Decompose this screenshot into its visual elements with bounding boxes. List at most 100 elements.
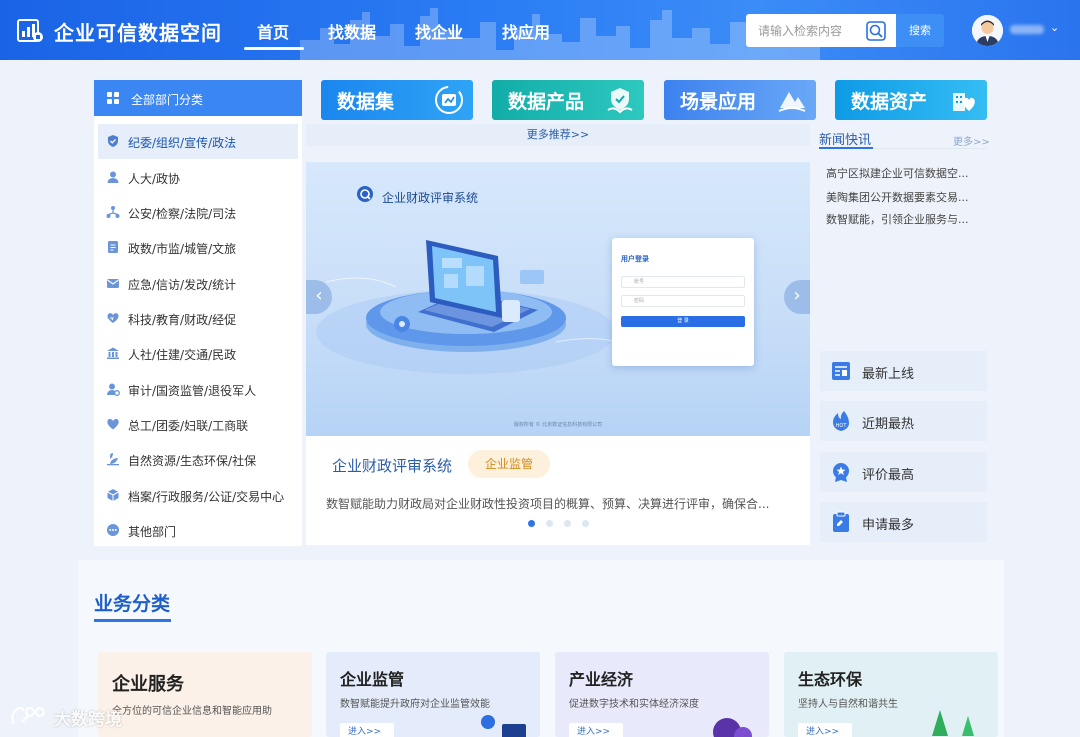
news-item[interactable]: 高宁区拟建企业可信数据空... [826,165,969,181]
business-card-enterprise-supervision[interactable]: 企业监管 数智赋能提升政府对企业监管效能 进入>> [326,652,540,737]
category-label: 场景应用 [680,91,757,113]
sidebar-item-label: 应急/信访/发改/统计 [128,278,237,292]
person-icon [107,171,119,183]
app-title: 企业可信数据空间 [54,21,222,45]
quick-link-latest[interactable]: 最新上线 [820,351,987,391]
category-data-asset[interactable]: 数据资产 [835,80,987,120]
chevron-right-icon: › [793,285,801,306]
quick-link-hottest[interactable]: HOT 近期最热 [820,401,987,441]
category-dataset[interactable]: 数据集 [321,80,473,120]
sidebar-item-discipline[interactable]: 纪委/组织/宣传/政法 [98,124,298,159]
business-card-desc: 促进数字技术和实体经济深度 [569,699,699,710]
scene-icon [778,92,806,112]
ecology-illustration [932,710,974,736]
chevron-down-icon[interactable]: ⌄ [1050,21,1059,34]
sidebar-item-label: 科技/教育/财政/经促 [128,313,237,327]
username-blurred [1010,25,1044,34]
sidebar-item-label: 人社/住建/交通/民政 [128,348,237,362]
login-username-field: 账号 [621,276,745,288]
sidebar-item-public-security[interactable]: 公安/检察/法院/司法 [98,195,298,230]
carousel-dot[interactable] [546,520,553,527]
bank-icon [107,347,119,359]
sidebar-item-audit[interactable]: 审计/国资监管/退役军人 [98,372,298,407]
shield-icon [108,135,118,147]
nav-active-indicator [244,47,304,50]
news-title-accent [819,147,873,149]
sidebar-item-congress[interactable]: 人大/政协 [98,160,298,195]
sidebar-item-label: 纪委/组织/宣传/政法 [128,136,237,150]
sidebar-item-label: 档案/行政服务/公证/交易中心 [128,490,285,504]
business-card-enter-button[interactable]: 进入>> [798,723,852,737]
carousel-item-title[interactable]: 企业财政评审系统 [332,455,452,476]
category-label: 数据资产 [851,91,928,113]
sidebar-item-natural-resources[interactable]: 自然资源/生态环保/社保 [98,442,298,477]
carousel-next-button[interactable]: › [784,280,810,314]
search-button[interactable]: 搜索 [896,14,944,47]
logo-icon [17,19,43,42]
banner-footer: 版权所有 © 北京数证信息科技有限公司 [513,422,603,428]
hot-icon: HOT [833,411,849,431]
carousel-dot[interactable] [582,520,589,527]
news-more-link[interactable]: 更多>> [953,133,990,148]
sidebar-item-label: 审计/国资监管/退役军人 [128,384,257,398]
business-card-title: 产业经济 [569,670,634,689]
sidebar-item-label: 其他部门 [128,525,177,539]
search-icon[interactable] [865,20,887,42]
sidebar-header[interactable]: 全部部门分类 [94,80,302,116]
quick-link-top-rated[interactable]: 评价最高 [820,452,987,492]
business-card-enterprise-service[interactable]: 企业服务 全方位的可信企业信息和智能应用助 [98,652,312,737]
news-item[interactable]: 美陶集团公开数据要素交易... [826,189,969,205]
more-recommendations-link[interactable]: 更多推荐>> [306,124,810,146]
business-card-desc: 数智赋能提升政府对企业监管效能 [340,699,490,710]
svg-text:HOT: HOT [836,423,848,429]
avatar[interactable] [972,15,1003,46]
sidebar-item-unions[interactable]: 总工/团委/妇联/工商联 [98,407,298,442]
supervision-illustration [481,715,526,737]
watermark-logo-icon [11,706,45,725]
banner-login-card: 用户登录 账号 密码 登 录 [612,238,754,366]
list-icon [832,362,850,380]
carousel-item-description: 数智赋能助力财政局对企业财政性投资项目的概算、预算、决算进行评审，确保合... [326,497,770,511]
grid-icon [107,92,119,104]
sidebar-item-emergency[interactable]: 应急/信访/发改/统计 [98,266,298,301]
nav-find-app[interactable]: 找应用 [502,19,550,43]
nav-find-data[interactable]: 找数据 [328,19,376,43]
economy-illustration [713,718,752,737]
business-card-enter-button[interactable]: 进入>> [340,723,394,737]
business-section-title: 业务分类 [94,593,171,615]
sidebar-item-government-data[interactable]: 政数/市监/城管/文旅 [98,230,298,265]
business-card-title: 企业服务 [112,674,184,695]
sidebar-item-label: 政数/市监/城管/文旅 [128,242,237,256]
sidebar-item-other[interactable]: 其他部门 [98,513,298,548]
carousel-banner-image[interactable]: 企业财政评审系统 用户登录 账号 密码 登 录 版权所有 © 北京数证信息科技有… [306,162,810,436]
business-card-enter-button[interactable]: 进入>> [569,723,623,737]
category-data-product[interactable]: 数据产品 [492,80,644,120]
network-icon [106,206,120,218]
leaf-icon [107,453,119,466]
nav-home[interactable]: 首页 [257,19,289,43]
more-icon [107,524,119,536]
top-header: 企业可信数据空间 首页 找数据 找企业 找应用 搜索 ⌄ [0,0,1080,60]
login-button: 登 录 [621,316,745,327]
sidebar-item-human-resources[interactable]: 人社/住建/交通/民政 [98,336,298,371]
news-item[interactable]: 数智赋能，引领企业服务与... [826,211,969,227]
sidebar-item-technology[interactable]: 科技/教育/财政/经促 [98,301,298,336]
asset-icon [953,93,975,111]
business-section: 业务分类 企业服务 全方位的可信企业信息和智能应用助 企业监管 数智赋能提升政府… [78,560,1004,737]
sidebar-item-label: 公安/检察/法院/司法 [128,207,237,221]
nav-find-enterprise[interactable]: 找企业 [415,19,463,43]
category-scene-app[interactable]: 场景应用 [664,80,816,120]
login-password-field: 密码 [621,295,745,307]
business-card-industrial-economy[interactable]: 产业经济 促进数字技术和实体经济深度 进入>> [555,652,769,737]
sidebar-item-archives[interactable]: 档案/行政服务/公证/交易中心 [98,478,298,513]
quick-link-most-applied[interactable]: 申请最多 [820,502,987,542]
search-input[interactable] [746,14,861,47]
carousel-dot[interactable] [564,520,571,527]
business-card-ecology[interactable]: 生态环保 坚持人与自然和谐共生 进入>> [784,652,998,737]
category-label: 数据集 [337,91,395,113]
banner-title: 企业财政评审系统 [382,191,479,205]
skyline-decoration [300,8,820,60]
carousel-dot[interactable] [528,520,535,527]
chevron-left-icon: ‹ [315,285,323,306]
quick-link-label: 评价最高 [862,468,915,483]
